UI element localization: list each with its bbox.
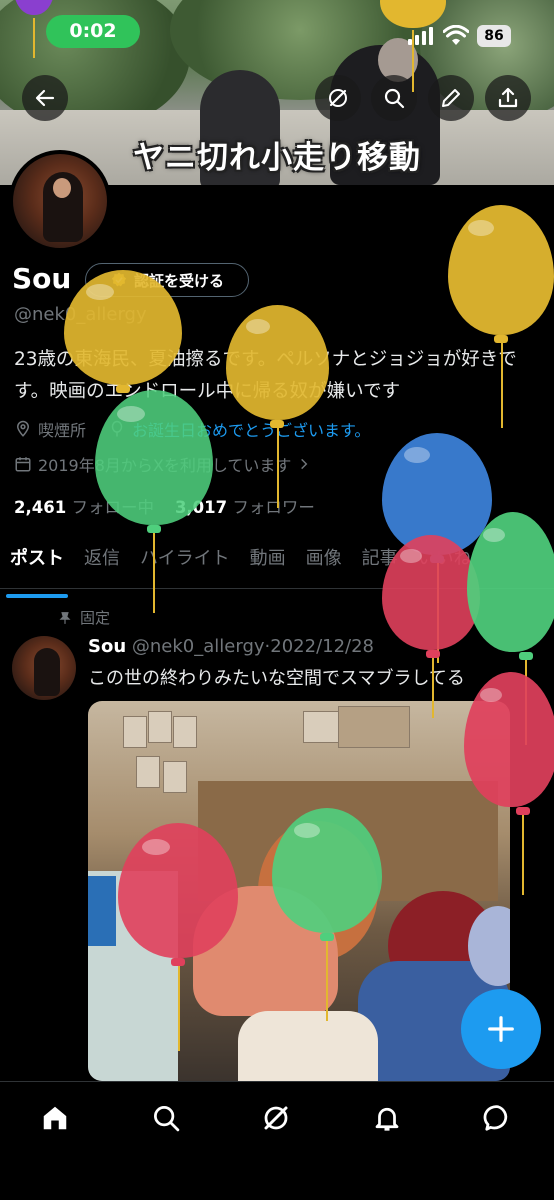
nav-notifications[interactable] <box>369 1100 405 1136</box>
search-icon <box>154 1106 180 1132</box>
balloon <box>446 205 554 435</box>
grok-button[interactable] <box>315 75 361 121</box>
notifications-icon <box>375 1107 399 1131</box>
following-count: 2,461 <box>14 498 67 517</box>
balloon <box>272 808 384 1028</box>
home-icon <box>43 1106 67 1130</box>
bottom-navigation <box>0 1081 554 1200</box>
display-name: Sou <box>12 262 72 295</box>
messages-icon <box>483 1105 508 1131</box>
balloon <box>118 823 240 1053</box>
calendar-icon <box>15 457 31 472</box>
grok-icon <box>329 89 347 107</box>
location-pin-icon <box>16 420 30 437</box>
balloon <box>95 390 215 620</box>
balloon <box>464 672 554 902</box>
status-time: 0:02 <box>46 15 140 48</box>
compose-post-button[interactable] <box>461 989 541 1069</box>
nav-messages[interactable] <box>480 1100 516 1136</box>
post-header: Sou @nek0_allergy·2022/12/28 <box>88 636 374 657</box>
plus-icon <box>488 1016 514 1042</box>
share-button[interactable] <box>485 75 531 121</box>
wifi-icon <box>443 25 469 45</box>
tab-posts[interactable]: ポスト <box>0 540 74 598</box>
grok-icon <box>264 1106 288 1130</box>
tab-videos[interactable]: 動画 <box>240 540 296 588</box>
balloon <box>226 305 330 510</box>
battery-indicator: 86 <box>477 25 511 47</box>
nav-home[interactable] <box>37 1100 73 1136</box>
pin-icon <box>59 611 71 624</box>
post-avatar[interactable] <box>12 636 76 700</box>
post-author-name[interactable]: Sou <box>88 636 126 657</box>
nav-grok[interactable] <box>258 1100 294 1136</box>
nav-search[interactable] <box>148 1100 184 1136</box>
balloon <box>380 0 446 130</box>
post-date: 2022/12/28 <box>270 636 375 657</box>
profile-avatar[interactable] <box>9 150 111 252</box>
share-icon <box>498 87 518 108</box>
balloon <box>14 0 54 100</box>
post-author-handle: @nek0_allergy <box>131 636 265 657</box>
tab-media[interactable]: 画像 <box>296 540 352 588</box>
